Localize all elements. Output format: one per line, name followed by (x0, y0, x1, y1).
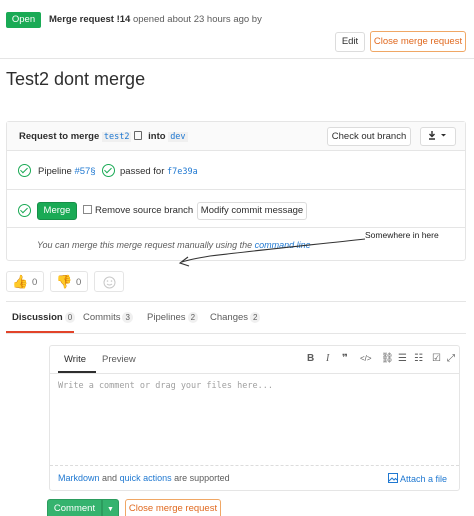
merge-ready-icon (18, 204, 31, 217)
pipeline-link[interactable]: #57§ (74, 166, 95, 177)
italic-icon[interactable]: I (326, 353, 329, 364)
check-out-branch-button[interactable]: Check out branch (327, 127, 411, 146)
code-icon[interactable]: </> (360, 354, 372, 363)
copy-icon[interactable] (134, 131, 143, 140)
tab-changes[interactable]: Changes 2 (210, 312, 261, 323)
download-icon (429, 131, 446, 140)
markdown-hint: Markdown and quick actions are supported (58, 473, 230, 483)
close-merge-request-bottom-button[interactable]: Close merge request (125, 499, 221, 516)
numbered-list-icon[interactable]: ☷ (414, 353, 423, 364)
caret-down-icon: ▼ (107, 506, 114, 513)
header-divider (0, 58, 474, 59)
thumbs-up-icon: 👍 (12, 274, 29, 289)
tab-label: Commits (83, 312, 121, 323)
tab-discussion[interactable]: Discussion 0 (12, 312, 76, 323)
passed-text: passed for f7e39a (120, 166, 198, 177)
pipeline-text: Pipeline #57§ (38, 166, 96, 177)
opened-text: opened about 23 hours ago by (132, 14, 262, 25)
source-branch-link[interactable]: test2 (101, 132, 132, 142)
tab-count: 0 (64, 312, 76, 323)
merge-request-meta: Merge request !14 opened about 23 hours … (49, 14, 262, 25)
tab-label: Changes (210, 312, 249, 323)
add-reaction-button[interactable] (94, 271, 124, 292)
link-icon[interactable]: ⛓ (381, 353, 394, 364)
target-branch-link[interactable]: dev (168, 132, 188, 142)
tab-commits[interactable]: Commits 3 (83, 312, 133, 323)
merge-widget-header: Request to merge test2 into dev Check ou… (7, 122, 465, 151)
tab-count: 2 (187, 312, 199, 323)
tab-label: Pipelines (147, 312, 186, 323)
quote-icon[interactable]: ❞ (342, 353, 348, 364)
tabs-divider (6, 333, 466, 334)
thumbs-down-award[interactable]: 👎 0 (50, 271, 88, 292)
request-to-merge-text: Request to merge test2 into dev (19, 131, 188, 142)
comment-editor: Write Preview B I ❞ </> ⛓ ☰ ☷ ☑ ⤢ Markdo… (49, 345, 460, 491)
page-title: Test2 dont merge (6, 69, 146, 89)
editor-toolbar: Write Preview B I ❞ </> ⛓ ☰ ☷ ☑ ⤢ (50, 346, 459, 374)
thumbs-up-award[interactable]: 👍 0 (6, 271, 44, 292)
bold-icon[interactable]: B (307, 353, 314, 364)
awards-divider (6, 301, 466, 302)
editor-footer: Markdown and quick actions are supported… (50, 465, 459, 490)
widget-separator (7, 227, 465, 228)
remove-source-branch-checkbox[interactable] (83, 205, 92, 214)
status-badge: Open (6, 12, 41, 28)
pipeline-success-icon (18, 164, 31, 177)
close-merge-request-button[interactable]: Close merge request (370, 31, 466, 52)
attach-file-button[interactable]: Attach a file (388, 473, 447, 484)
commit-sha-link[interactable]: f7e39a (167, 167, 198, 177)
merge-button[interactable]: Merge (37, 202, 77, 220)
write-tab[interactable]: Write (64, 354, 86, 365)
edit-button[interactable]: Edit (335, 32, 365, 52)
and-text: and (102, 473, 118, 483)
thumbs-down-icon: 👎 (56, 274, 73, 289)
into-text: into (148, 131, 166, 142)
annotation-arrow (178, 238, 366, 267)
thumbs-down-count: 0 (76, 277, 82, 288)
download-dropdown-button[interactable] (420, 127, 456, 146)
merge-request-ref: Merge request !14 (49, 14, 131, 25)
supported-text: are supported (174, 473, 230, 483)
tab-label: Discussion (12, 312, 63, 323)
image-icon (388, 473, 398, 483)
markdown-link[interactable]: Markdown (58, 473, 100, 483)
tab-count: 3 (122, 312, 133, 323)
smiley-icon (103, 276, 116, 289)
thumbs-up-count: 0 (32, 277, 38, 288)
pipeline-label: Pipeline (38, 166, 72, 177)
fullscreen-icon[interactable]: ⤢ (447, 353, 455, 364)
comment-type-dropdown[interactable]: ▼ (102, 499, 119, 516)
tab-pipelines[interactable]: Pipelines 2 (147, 312, 199, 323)
tab-count: 2 (250, 312, 261, 323)
widget-separator (7, 189, 465, 190)
attach-label: Attach a file (400, 474, 448, 484)
write-tab-indicator (58, 371, 96, 373)
task-list-icon[interactable]: ☑ (432, 353, 441, 364)
comment-button[interactable]: Comment (47, 499, 102, 516)
bullet-list-icon[interactable]: ☰ (398, 353, 407, 364)
passed-label: passed for (120, 166, 165, 177)
request-prefix: Request to merge (19, 131, 100, 142)
comment-textarea[interactable] (50, 375, 459, 465)
remove-source-branch-label[interactable]: Remove source branch (95, 205, 193, 216)
modify-commit-message-button[interactable]: Modify commit message (197, 202, 307, 220)
preview-tab[interactable]: Preview (102, 354, 136, 365)
quick-actions-link[interactable]: quick actions (120, 473, 172, 483)
annotation-text: Somewhere in here (365, 230, 439, 240)
pipeline-status-icon[interactable] (102, 164, 115, 177)
